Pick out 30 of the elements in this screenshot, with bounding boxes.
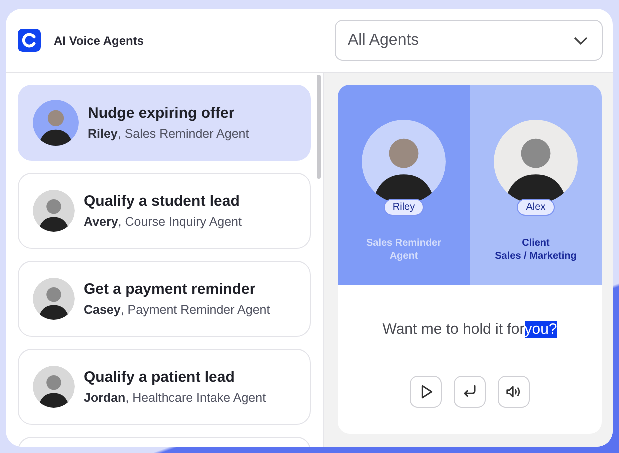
speaker-button[interactable] xyxy=(498,376,530,408)
avatar xyxy=(33,100,79,146)
speaker-role: Sales / Marketing xyxy=(495,251,577,262)
scenario-card[interactable]: Qualify a student lead Avery, Course Inquiry Agent xyxy=(18,173,311,249)
avatar xyxy=(33,366,75,408)
transcript-text: Want me to hold it foryou? xyxy=(382,321,558,338)
scenario-title: Nudge expiring offer xyxy=(88,105,236,122)
agent-description: Casey, Payment Reminder Agent xyxy=(84,303,270,317)
return-arrow-button[interactable] xyxy=(454,376,486,408)
agent-description: Avery, Course Inquiry Agent xyxy=(84,215,242,229)
scenario-card[interactable]: Qualify a patient lead Jordan, Healthcare Intake Agent xyxy=(18,349,311,425)
speaker-role: Agent xyxy=(390,251,418,262)
agent-description: Riley, Sales Reminder Agent xyxy=(88,127,250,141)
scenario-title: Qualify a patient lead xyxy=(84,369,236,386)
scenario-card[interactable]: Nudge expiring offer Riley, Sales Reminder Agent xyxy=(18,85,311,161)
speaker-role: Client xyxy=(522,238,550,249)
avatar xyxy=(33,278,75,320)
avatar xyxy=(33,190,75,232)
speaker-role: Sales Reminder xyxy=(366,238,442,249)
app-title: AI Voice Agents xyxy=(54,34,144,48)
scenario-card[interactable]: Get a payment reminder Casey, Payment Reminder Agent xyxy=(18,261,311,337)
logo-icon xyxy=(18,29,41,52)
agent-description: Jordan, Healthcare Intake Agent xyxy=(84,391,266,405)
speaker-name-tag: Alex xyxy=(517,199,555,216)
agent-filter-dropdown[interactable]: All Agents xyxy=(335,20,603,61)
scenario-title: Qualify a student lead xyxy=(84,193,241,210)
speaker-name-tag: Riley xyxy=(384,199,424,216)
play-button[interactable] xyxy=(410,376,442,408)
scenario-title: Get a payment reminder xyxy=(84,281,257,298)
chevron-down-icon xyxy=(574,36,588,44)
